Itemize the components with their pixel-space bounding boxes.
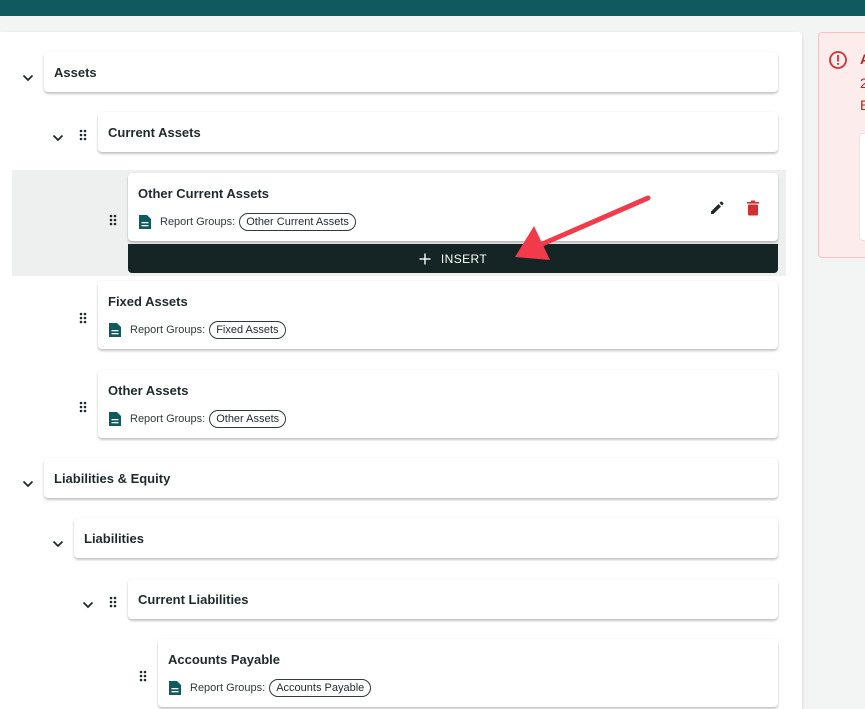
alert-title: A	[860, 51, 865, 67]
tree-node-assets[interactable]: Assets	[44, 52, 778, 92]
tree-node-other-assets[interactable]: Other Assets Report Groups: Other Assets	[98, 370, 778, 438]
alert-detail-box	[859, 133, 865, 241]
drag-handle-icon[interactable]	[79, 312, 87, 324]
report-groups-label: Report Groups:	[190, 682, 266, 694]
top-app-bar	[0, 0, 865, 16]
document-icon	[169, 681, 181, 695]
drag-handle-icon[interactable]	[109, 214, 117, 226]
node-title: Liabilities	[84, 531, 144, 546]
chevron-down-icon[interactable]	[22, 74, 34, 82]
alert-circle-icon	[829, 51, 847, 69]
error-alert: A 2 E	[818, 32, 865, 258]
insert-button[interactable]: INSERT	[128, 244, 778, 273]
alert-text-line: E	[860, 97, 865, 113]
tree-node-fixed-assets[interactable]: Fixed Assets Report Groups: Fixed Assets	[98, 281, 778, 349]
delete-trash-icon[interactable]	[746, 200, 760, 216]
report-group-chip: Other Current Assets	[239, 213, 356, 231]
report-groups-label: Report Groups:	[130, 324, 206, 336]
node-title: Liabilities & Equity	[54, 471, 171, 486]
drag-handle-icon[interactable]	[109, 596, 117, 608]
node-title: Other Assets	[108, 383, 189, 398]
report-group-chip: Fixed Assets	[209, 321, 286, 339]
document-icon	[139, 215, 151, 229]
document-icon	[109, 323, 121, 337]
node-title: Assets	[54, 65, 97, 80]
drag-handle-icon[interactable]	[139, 670, 147, 682]
node-title: Current Assets	[108, 125, 201, 140]
tree-node-accounts-payable[interactable]: Accounts Payable Report Groups: Accounts…	[158, 639, 778, 707]
report-groups-row: Report Groups: Accounts Payable	[168, 678, 372, 698]
report-groups-row: Report Groups: Other Current Assets	[138, 212, 356, 232]
tree-node-current-assets[interactable]: Current Assets	[98, 112, 778, 152]
chevron-down-icon[interactable]	[82, 601, 94, 609]
document-icon	[109, 412, 121, 426]
report-groups-row: Report Groups: Other Assets	[108, 409, 287, 429]
chevron-down-icon[interactable]	[22, 480, 34, 488]
tree-node-liabilities[interactable]: Liabilities	[74, 518, 778, 558]
node-title: Accounts Payable	[168, 652, 280, 667]
alert-text-line: 2	[860, 75, 865, 91]
report-groups-label: Report Groups:	[130, 413, 206, 425]
drag-handle-icon[interactable]	[79, 401, 87, 413]
report-groups-row: Report Groups: Fixed Assets	[108, 320, 286, 340]
node-title: Fixed Assets	[108, 294, 188, 309]
report-group-chip: Accounts Payable	[269, 679, 372, 697]
tree-node-other-current-assets[interactable]: Other Current Assets Report Groups: Othe…	[128, 173, 778, 241]
node-title: Other Current Assets	[138, 186, 269, 201]
annotation-arrow-icon	[515, 195, 651, 260]
tree-node-liabilities-equity[interactable]: Liabilities & Equity	[44, 458, 778, 498]
chevron-down-icon[interactable]	[52, 134, 64, 142]
insert-button-label: INSERT	[440, 251, 488, 266]
plus-icon	[419, 253, 431, 264]
edit-pencil-icon[interactable]	[709, 200, 725, 216]
report-groups-label: Report Groups:	[160, 216, 236, 228]
report-group-chip: Other Assets	[209, 410, 287, 428]
chevron-down-icon[interactable]	[52, 540, 64, 548]
node-title: Current Liabilities	[138, 592, 249, 607]
drag-handle-icon[interactable]	[79, 129, 87, 141]
tree-node-current-liabilities[interactable]: Current Liabilities	[128, 579, 778, 619]
